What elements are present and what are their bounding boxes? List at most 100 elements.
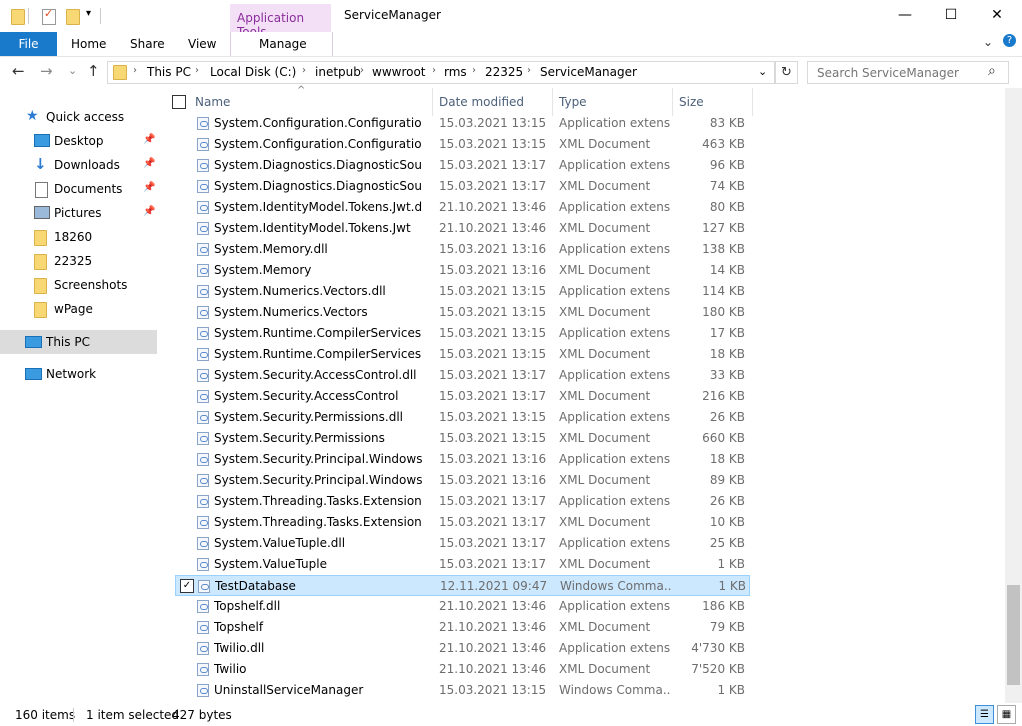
file-date-modified: 15.03.2021 13:17: [439, 515, 547, 529]
column-header-date-modified[interactable]: Date modified: [439, 95, 524, 109]
file-date-modified: 15.03.2021 13:17: [439, 389, 547, 403]
tab-file[interactable]: File: [0, 32, 57, 56]
column-divider[interactable]: [752, 88, 753, 116]
select-all-checkbox[interactable]: [172, 95, 186, 109]
file-row[interactable]: System.Configuration.Configuration... 15.…: [175, 134, 750, 155]
file-row[interactable]: System.Security.Permissions.dll 15.03.202…: [175, 407, 750, 428]
file-date-modified: 21.10.2021 13:46: [439, 221, 547, 235]
file-size: 79 KB: [709, 620, 745, 634]
application-tools-context-tab: Application Tools: [230, 4, 331, 39]
file-row[interactable]: System.Runtime.CompilerServices.Un... 15.…: [175, 323, 750, 344]
breadcrumb[interactable]: Local Disk (C:): [210, 65, 296, 79]
sidebar-item-quick-access[interactable]: ★ Quick access: [0, 105, 157, 129]
sidebar-item-desktop[interactable]: Desktop 📌: [0, 129, 157, 153]
file-row[interactable]: ✓ TestDatabase 12.11.2021 09:47 Windows Com…: [175, 575, 750, 596]
new-folder-icon[interactable]: [66, 9, 80, 25]
file-row[interactable]: System.Memory.dll 15.03.2021 13:16 Applica…: [175, 239, 750, 260]
search-box[interactable]: ⌕: [807, 61, 1009, 84]
properties-icon[interactable]: ✓: [42, 7, 56, 25]
details-view-button[interactable]: ☰: [975, 705, 994, 724]
item-count: 160 items: [15, 708, 76, 722]
file-name: System.Security.AccessControl: [214, 389, 399, 403]
tab-manage[interactable]: Manage: [230, 32, 333, 56]
documents-icon: [35, 182, 48, 198]
address-bar[interactable]: › This PC › Local Disk (C:) › inetpub › …: [107, 61, 775, 84]
file-row[interactable]: UninstallServiceManager 15.03.2021 13:15 W…: [175, 680, 750, 701]
file-date-modified: 15.03.2021 13:17: [439, 368, 547, 382]
address-dropdown-icon[interactable]: ⌄: [758, 65, 767, 78]
column-divider[interactable]: [432, 88, 433, 116]
file-row[interactable]: Twilio.dll 21.10.2021 13:46 Application ex…: [175, 638, 750, 659]
breadcrumb[interactable]: ServiceManager: [540, 65, 637, 79]
file-row[interactable]: Twilio 21.10.2021 13:46 XML Document 7'520 …: [175, 659, 750, 680]
file-row[interactable]: System.Numerics.Vectors.dll 15.03.2021 13…: [175, 281, 750, 302]
expand-ribbon-icon[interactable]: ⌄: [983, 35, 993, 49]
search-icon[interactable]: ⌕: [988, 63, 996, 79]
close-button[interactable]: ✕: [974, 0, 1020, 30]
file-row[interactable]: System.Security.Permissions 15.03.2021 13…: [175, 428, 750, 449]
breadcrumb[interactable]: rms: [444, 65, 467, 79]
file-type: XML Document: [559, 557, 651, 571]
maximize-button[interactable]: ☐: [928, 0, 974, 30]
file-row[interactable]: System.Security.Principal.Windows.dll 15.…: [175, 449, 750, 470]
breadcrumb[interactable]: inetpub: [315, 65, 361, 79]
file-date-modified: 15.03.2021 13:15: [439, 137, 547, 151]
file-icon: [197, 621, 209, 634]
sidebar-item-documents[interactable]: Documents 📌: [0, 177, 157, 201]
file-row[interactable]: System.Runtime.CompilerServices.Un... 15.…: [175, 344, 750, 365]
row-checkbox[interactable]: ✓: [180, 579, 194, 593]
breadcrumb[interactable]: wwwroot: [372, 65, 426, 79]
help-icon[interactable]: ?: [1003, 34, 1016, 47]
file-type: XML Document: [559, 662, 651, 676]
column-divider[interactable]: [672, 88, 673, 116]
scrollbar-thumb[interactable]: [1007, 585, 1020, 685]
file-row[interactable]: System.Threading.Tasks.Extensions.dll 15.…: [175, 491, 750, 512]
file-row[interactable]: System.IdentityModel.Tokens.Jwt.dll 21.10…: [175, 197, 750, 218]
file-row[interactable]: System.Security.AccessControl.dll 15.03.2…: [175, 365, 750, 386]
back-icon[interactable]: ←: [12, 62, 25, 80]
tab-home[interactable]: Home: [71, 37, 106, 51]
sidebar-item-screenshots[interactable]: Screenshots: [0, 273, 157, 297]
file-row[interactable]: Topshelf 21.10.2021 13:46 XML Document 79 K…: [175, 617, 750, 638]
file-size: 14 KB: [709, 263, 745, 277]
recent-locations-icon[interactable]: ⌄: [68, 64, 77, 77]
sidebar-item-network[interactable]: Network: [0, 362, 157, 386]
column-header-name[interactable]: Name: [195, 95, 230, 109]
file-row[interactable]: System.Diagnostics.DiagnosticSource.... 1…: [175, 155, 750, 176]
up-icon[interactable]: ↑: [87, 62, 100, 80]
file-row[interactable]: System.Memory 15.03.2021 13:16 XML Documen…: [175, 260, 750, 281]
forward-icon[interactable]: →: [40, 62, 53, 80]
search-input[interactable]: [815, 65, 979, 81]
file-row[interactable]: System.IdentityModel.Tokens.Jwt 21.10.202…: [175, 218, 750, 239]
minimize-button[interactable]: —: [882, 0, 928, 30]
refresh-button[interactable]: ↻: [775, 61, 798, 84]
column-header-type[interactable]: Type: [559, 95, 587, 109]
file-row[interactable]: Topshelf.dll 21.10.2021 13:46 Application …: [175, 596, 750, 617]
file-row[interactable]: System.Diagnostics.DiagnosticSource 15.03…: [175, 176, 750, 197]
large-icons-view-button[interactable]: ▦: [997, 705, 1016, 724]
sidebar-item-downloads[interactable]: ↓ Downloads 📌: [0, 153, 157, 177]
sidebar-item-22325[interactable]: 22325: [0, 249, 157, 273]
tab-view[interactable]: View: [188, 37, 216, 51]
file-row[interactable]: System.Security.AccessControl 15.03.2021 …: [175, 386, 750, 407]
sidebar-item-this-pc[interactable]: This PC: [0, 330, 157, 354]
file-name: System.Numerics.Vectors: [214, 305, 368, 319]
customize-quick-access-icon[interactable]: ▾: [86, 8, 91, 19]
file-icon: [197, 432, 209, 445]
file-row[interactable]: System.ValueTuple.dll 15.03.2021 13:17 App…: [175, 533, 750, 554]
column-header-size[interactable]: Size: [679, 95, 704, 109]
breadcrumb[interactable]: This PC: [147, 65, 191, 79]
tab-share[interactable]: Share: [130, 37, 165, 51]
file-row[interactable]: System.Numerics.Vectors 15.03.2021 13:15 X…: [175, 302, 750, 323]
file-row[interactable]: System.ValueTuple 15.03.2021 13:17 XML Doc…: [175, 554, 750, 575]
sidebar-item-wpage[interactable]: wPage: [0, 297, 157, 321]
sidebar-item-pictures[interactable]: Pictures 📌: [0, 201, 157, 225]
file-size: 1 KB: [717, 557, 745, 571]
file-row[interactable]: System.Configuration.Configuration... 15.…: [175, 113, 750, 134]
file-row[interactable]: System.Threading.Tasks.Extensions 15.03.2…: [175, 512, 750, 533]
sidebar-item-18260[interactable]: 18260: [0, 225, 157, 249]
file-row[interactable]: System.Security.Principal.Windows 15.03.2…: [175, 470, 750, 491]
file-size: 80 KB: [709, 200, 745, 214]
breadcrumb[interactable]: 22325: [485, 65, 523, 79]
column-divider[interactable]: [552, 88, 553, 116]
